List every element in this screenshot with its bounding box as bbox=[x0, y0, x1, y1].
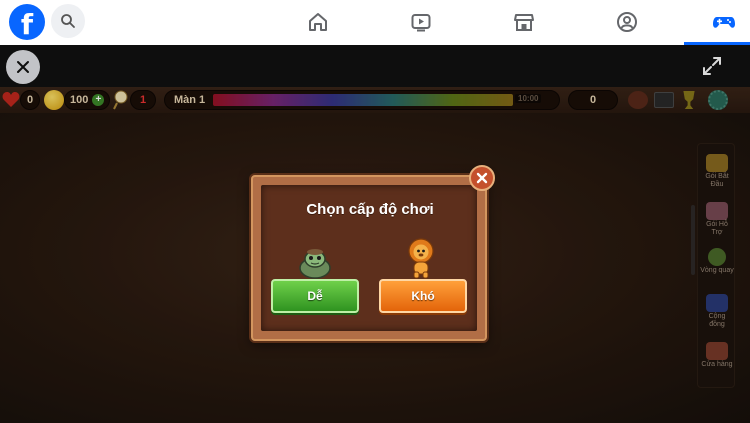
nav-groups[interactable] bbox=[607, 6, 647, 38]
store-icon bbox=[514, 14, 534, 31]
facebook-logo[interactable]: f bbox=[9, 4, 45, 41]
lion-mascot-icon bbox=[408, 238, 434, 279]
search-icon bbox=[61, 14, 75, 28]
easy-level-label: Dễ bbox=[307, 289, 323, 303]
facebook-top-bar: f bbox=[0, 0, 750, 45]
search-button[interactable] bbox=[51, 4, 85, 38]
hard-level-label: Khó bbox=[411, 289, 435, 303]
groups-icon bbox=[617, 12, 637, 32]
video-icon bbox=[411, 14, 431, 32]
gamepad-icon bbox=[713, 17, 735, 28]
dialog-close-button[interactable] bbox=[469, 165, 495, 191]
screen: f 0 100 + 1 Màn 1 10:00 0 Gói Bắt Đầu Gó… bbox=[0, 0, 750, 423]
facebook-logo-letter: f bbox=[20, 8, 34, 41]
nav-watch[interactable] bbox=[401, 6, 441, 38]
nav-home[interactable] bbox=[298, 6, 338, 38]
home-icon bbox=[309, 13, 327, 31]
nav-marketplace[interactable] bbox=[504, 6, 544, 38]
hard-level-button[interactable]: Khó bbox=[379, 279, 467, 313]
dialog-title: Chọn cấp độ chơi bbox=[306, 201, 434, 218]
level-select-dialog: Chọn cấp độ chơi bbox=[251, 175, 487, 341]
turtle-mascot-icon bbox=[299, 249, 331, 279]
nav-gaming[interactable] bbox=[704, 6, 744, 38]
easy-level-button[interactable]: Dễ bbox=[271, 279, 359, 313]
close-icon bbox=[476, 172, 488, 184]
